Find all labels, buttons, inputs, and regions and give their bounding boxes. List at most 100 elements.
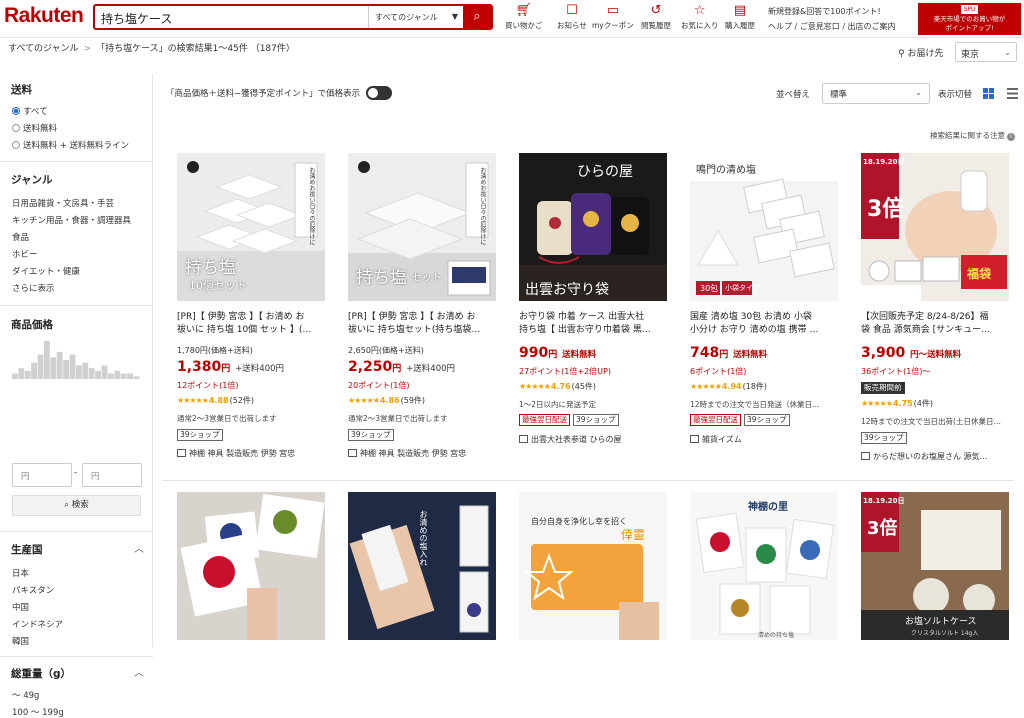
product-card[interactable]: ひらの屋 出雲お守り袋 お守り袋 巾着 ケース 出雲大社 持ち塩【 出雲お守り巾… bbox=[510, 153, 667, 473]
register-link[interactable]: 新規登録&回答で100ポイント! bbox=[768, 6, 881, 17]
help-links[interactable]: ヘルプ / ご意見窓口 / 出店のご案内 bbox=[768, 21, 896, 32]
product-title-line2[interactable]: 袋 食品 源気商会 [サンキュー… bbox=[861, 324, 1011, 337]
origin-item[interactable]: パキスタン bbox=[12, 584, 54, 596]
history-link[interactable]: ↺ 閲覧履歴 bbox=[641, 2, 671, 31]
favorites-link[interactable]: ☆ お気に入り bbox=[681, 2, 719, 31]
search-icon: ⌕ bbox=[473, 9, 481, 24]
weight-item[interactable]: 〜 49g bbox=[12, 689, 39, 701]
search-notice-link[interactable]: 検索結果に関する注意 i bbox=[930, 130, 1015, 141]
rating[interactable]: ★★★★★4.76(45件) bbox=[519, 381, 596, 392]
product-card[interactable]: お清めお祓い日々の厄除けに 持ち塩 10個セット [PR]【 伊勢 宮忠 】【 … bbox=[168, 153, 325, 473]
product-title-line2[interactable]: 祓いに 持ち塩セット(持ち塩袋… bbox=[348, 324, 498, 337]
origin-item[interactable]: 中国 bbox=[12, 601, 29, 613]
genre-item[interactable]: ダイエット・健康 bbox=[12, 265, 80, 277]
tags: 39ショップ bbox=[861, 432, 910, 444]
chevron-up-icon[interactable]: ︿ bbox=[134, 664, 144, 679]
price-search-button[interactable]: ⌕ 検索 bbox=[12, 495, 141, 516]
cart-link[interactable]: 🛒︎ 買い物かご bbox=[505, 2, 543, 31]
histogram-bar bbox=[88, 368, 95, 379]
product-card[interactable]: 神棚の里 清めの持ち塩 bbox=[681, 492, 838, 647]
shop-icon bbox=[177, 449, 186, 457]
product-image-art bbox=[519, 492, 667, 640]
product-title[interactable]: [PR]【 伊勢 宮忠 】【 お清め お bbox=[348, 311, 498, 324]
price-min-input[interactable]: 円 bbox=[12, 463, 72, 487]
product-image[interactable]: お清めお祓い日々の厄除けに 持ち塩 10個セット bbox=[177, 153, 325, 301]
search-button[interactable]: ⌕ bbox=[463, 6, 491, 28]
rating[interactable]: ★★★★★4.88(52件) bbox=[177, 395, 254, 406]
genre-item[interactable]: 日用品雑貨・文房具・手芸 bbox=[12, 197, 114, 209]
product-card[interactable]: お清めお祓い日々の厄除けに 持ち塩 セット [PR]【 伊勢 宮忠 】【 お清め… bbox=[339, 153, 496, 473]
rating[interactable]: ★★★★★4.94(18件) bbox=[690, 381, 767, 392]
product-card[interactable]: 自分自身を浄化し幸を招く 倖靈 bbox=[510, 492, 667, 647]
reference-price: 1,780円(価格+送料) bbox=[177, 346, 253, 355]
product-image[interactable]: 神棚の里 清めの持ち塩 bbox=[690, 492, 838, 640]
product-image[interactable]: お清めの塩入れ bbox=[348, 492, 496, 640]
product-image[interactable]: お清めお祓い日々の厄除けに 持ち塩 セット bbox=[348, 153, 496, 301]
product-price: 3,900 円〜送料無料 bbox=[861, 345, 962, 361]
product-image[interactable] bbox=[177, 492, 325, 640]
product-image[interactable]: 鳴門の清め塩 30包 小袋タイプ bbox=[690, 153, 838, 301]
rating[interactable]: ★★★★★4.86(59件) bbox=[348, 395, 425, 406]
receipt-icon: ▤ bbox=[733, 3, 747, 18]
product-price: 990円 送料無料 bbox=[519, 345, 597, 361]
product-title-line2[interactable]: 小分け お守り 清めの塩 携帯 … bbox=[690, 324, 840, 337]
product-title[interactable]: 国産 清め塩 30包 お清め 小袋 bbox=[690, 311, 840, 324]
price-display-toggle[interactable] bbox=[366, 86, 392, 100]
product-title-line2[interactable]: 祓いに 持ち塩 10個 セット 】(… bbox=[177, 324, 327, 337]
histogram-bar bbox=[76, 365, 82, 379]
product-title-line2[interactable]: 持ち塩【 出雲お守り巾着袋 黒… bbox=[519, 324, 669, 337]
prefecture-select[interactable]: 東京 ⌄ bbox=[955, 42, 1017, 62]
product-card[interactable]: 鳴門の清め塩 30包 小袋タイプ 国産 清め塩 30包 お清め 小袋 小分け お… bbox=[681, 153, 838, 473]
weight-item[interactable]: 100 〜 199g bbox=[12, 706, 64, 718]
sort-select[interactable]: 標準 ⌄ bbox=[822, 83, 930, 104]
shipping-option-all[interactable]: すべて bbox=[12, 105, 48, 117]
search-input[interactable]: 持ち塩ケース bbox=[101, 10, 172, 27]
genre-item[interactable]: ホビー bbox=[12, 248, 38, 260]
divider bbox=[0, 161, 153, 162]
origin-item[interactable]: インドネシア bbox=[12, 618, 63, 630]
genre-item[interactable]: キッチン用品・食器・調理器具 bbox=[12, 214, 131, 226]
product-title[interactable]: [PR]【 伊勢 宮忠 】【 お清め お bbox=[177, 311, 327, 324]
histogram-bar bbox=[69, 354, 76, 379]
product-image[interactable]: 18.19.20日 3倍 福袋 bbox=[861, 153, 1009, 301]
delivery-label: ⚲ お届け先 bbox=[898, 49, 944, 59]
shipping-option-free[interactable]: 送料無料 bbox=[12, 122, 57, 134]
shop-link[interactable]: 出雲大社表参道 ひらの屋 bbox=[519, 434, 669, 445]
product-title[interactable]: 【次回販売予定 8/24-8/26】福 bbox=[861, 311, 1011, 324]
star-icon: ☆ bbox=[693, 3, 706, 18]
breadcrumb-root[interactable]: すべてのジャンル bbox=[8, 44, 79, 54]
notification-link[interactable]: ☐ お知らせ bbox=[557, 2, 587, 31]
price-max-input[interactable]: 円 bbox=[82, 463, 142, 487]
product-image[interactable]: ひらの屋 出雲お守り袋 bbox=[519, 153, 667, 301]
list-view-icon[interactable] bbox=[1007, 88, 1018, 99]
search-icon: ⌕ bbox=[64, 500, 70, 510]
product-card[interactable]: 18.19.20日 3倍 福袋 【次回販売予定 8/24-8/26】福 袋 食品… bbox=[852, 153, 1009, 473]
product-image[interactable]: 自分自身を浄化し幸を招く 倖靈 bbox=[519, 492, 667, 640]
product-price: 2,250円 +送料400円 bbox=[348, 359, 456, 375]
product-image[interactable]: 18.19.20日 3倍 お塩ソルトケース クリスタルソルト 14g入 bbox=[861, 492, 1009, 640]
shipping-note: 12時までの注文で当日発送（休業日… bbox=[690, 400, 820, 409]
shop-link[interactable]: 神棚 神具 製造販売 伊勢 宮忠 bbox=[348, 448, 498, 459]
rakuten-logo[interactable]: Rakuten bbox=[4, 4, 84, 28]
search-box[interactable]: 持ち塩ケース すべてのジャンル ▼ ⌕ bbox=[93, 4, 493, 30]
genre-item[interactable]: 食品 bbox=[12, 231, 29, 243]
spu-promo-banner[interactable]: SPU 楽天市場でのお買い物が ポイントアップ! bbox=[918, 3, 1021, 35]
origin-item[interactable]: 韓国 bbox=[12, 635, 29, 647]
show-more-genres[interactable]: さらに表示 bbox=[12, 282, 55, 294]
product-title[interactable]: お守り袋 巾着 ケース 出雲大社 bbox=[519, 311, 669, 324]
chevron-up-icon[interactable]: ︿ bbox=[134, 540, 144, 555]
rating[interactable]: ★★★★★4.75(4件) bbox=[861, 398, 933, 409]
grid-view-icon[interactable] bbox=[983, 88, 994, 99]
coupon-link[interactable]: ▭ myクーポン bbox=[592, 2, 634, 31]
product-card[interactable] bbox=[168, 492, 325, 647]
product-card[interactable]: 18.19.20日 3倍 お塩ソルトケース クリスタルソルト 14g入 bbox=[852, 492, 1009, 647]
shop-link[interactable]: からだ想いのお塩屋さん 源気… bbox=[861, 451, 1011, 462]
histogram-bar bbox=[101, 365, 108, 379]
purchase-history-link[interactable]: ▤ 購入履歴 bbox=[725, 2, 755, 31]
product-card[interactable]: お清めの塩入れ bbox=[339, 492, 496, 647]
shipping-option-free-line[interactable]: 送料無料 + 送料無料ライン bbox=[12, 139, 129, 151]
shop-link[interactable]: 雑貨イズム bbox=[690, 434, 840, 445]
genre-select[interactable]: すべてのジャンル ▼ bbox=[368, 6, 464, 28]
origin-item[interactable]: 日本 bbox=[12, 567, 29, 579]
shop-link[interactable]: 神棚 神具 製造販売 伊勢 宮忠 bbox=[177, 448, 327, 459]
